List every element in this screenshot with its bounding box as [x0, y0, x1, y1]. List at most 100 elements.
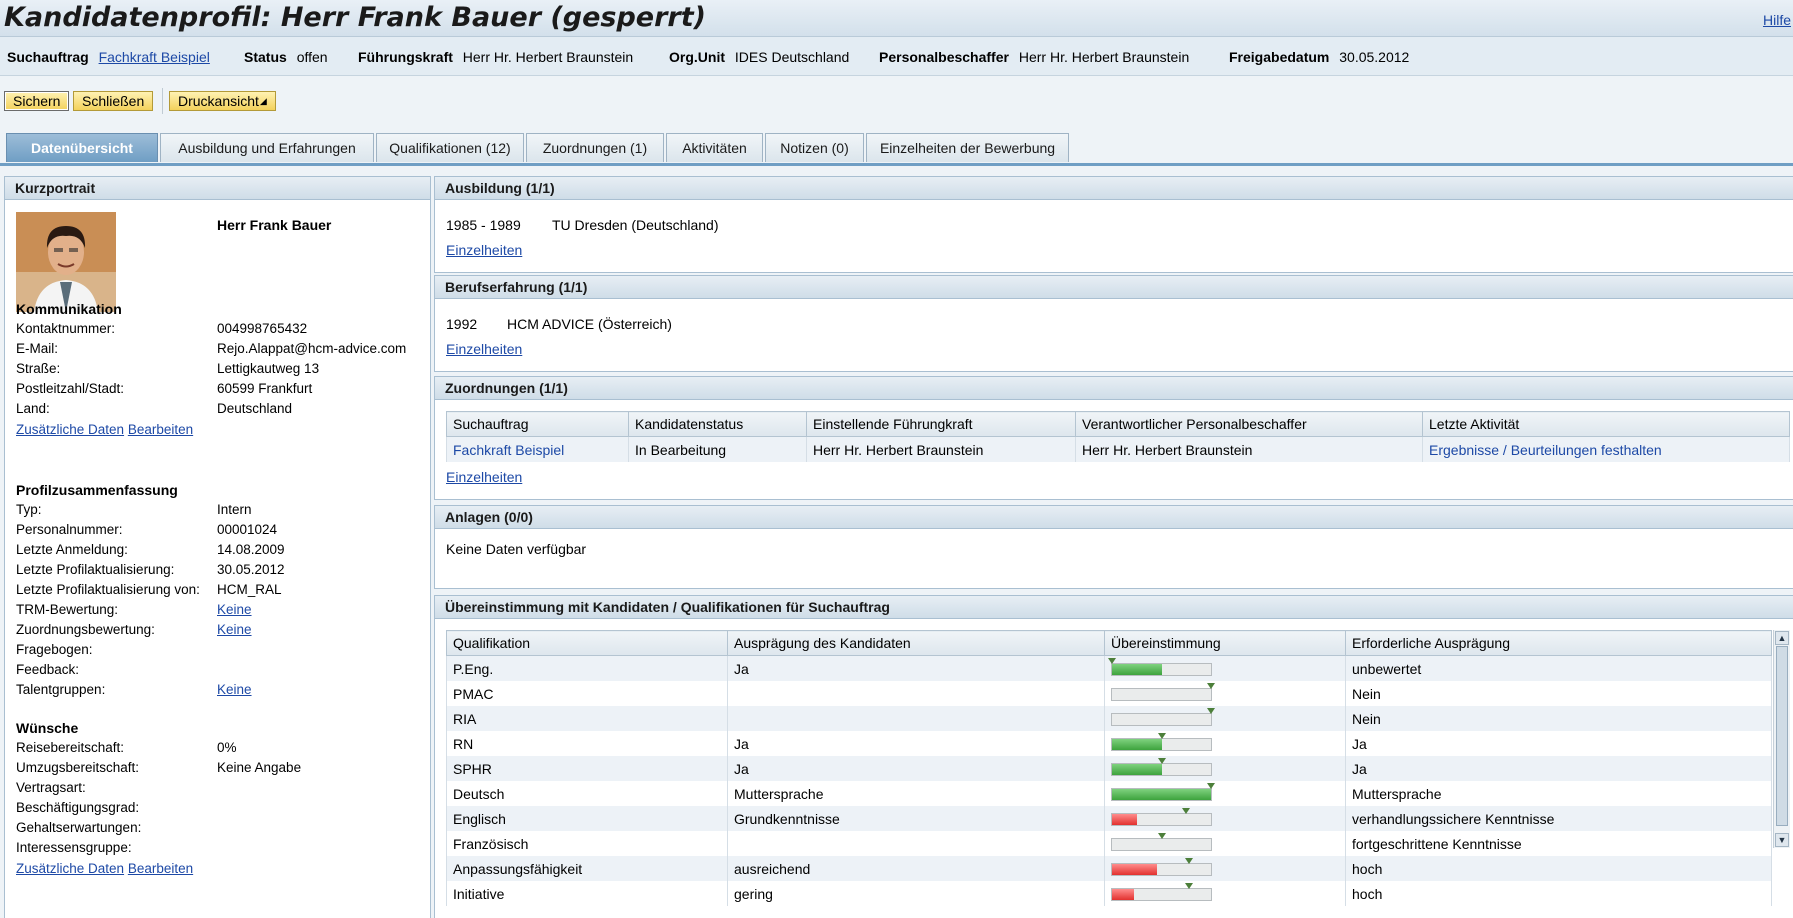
save-button[interactable]: Sichern	[4, 91, 70, 111]
last-login-label: Letzte Anmeldung:	[16, 542, 128, 557]
tab-assignments[interactable]: Zuordnungen (1)	[526, 133, 664, 162]
match-bar-fill	[1112, 789, 1211, 800]
col-hiring-manager[interactable]: Einstellende Führungkraft	[806, 411, 1076, 437]
match-bar-fill	[1112, 814, 1137, 825]
target-marker-icon	[1207, 783, 1215, 789]
contact-number-label: Kontaktnummer:	[16, 321, 116, 336]
match-bar	[1111, 733, 1212, 751]
qualification-name: Englisch	[446, 806, 728, 831]
communication-additional-data-link[interactable]: Zusätzliche Daten	[16, 422, 124, 437]
table-row: Anpassungsfähigkeit ausreichend hoch	[446, 856, 1772, 881]
target-marker-icon	[1185, 858, 1194, 864]
education-details-link[interactable]: Einzelheiten	[446, 242, 522, 258]
col-last-activity[interactable]: Letzte Aktivität	[1422, 411, 1790, 437]
street-label: Straße:	[16, 361, 61, 376]
search-order-label: Suchauftrag	[7, 49, 89, 65]
match-bar-fill	[1112, 739, 1162, 750]
contact-number-value: 004998765432	[217, 321, 308, 336]
assignments-panel: Zuordnungen (1/1) Suchauftrag Kandidaten…	[434, 376, 1793, 500]
country-value: Deutschland	[217, 401, 293, 416]
match-cell	[1104, 781, 1346, 806]
status-label: Status	[244, 49, 287, 65]
assignment-search-order-link[interactable]: Fachkraft Beispiel	[446, 436, 629, 462]
table-row: P.Eng. Ja unbewertet	[446, 655, 1772, 681]
communication-links: Zusätzliche Daten Bearbeiten	[16, 422, 193, 437]
tab-notes[interactable]: Notizen (0)	[765, 133, 864, 162]
assignment-status: In Bearbeitung	[628, 436, 807, 462]
experience-panel: Berufserfahrung (1/1) 1992 HCM ADVICE (Ö…	[434, 275, 1793, 372]
col-required-level[interactable]: Erforderliche Ausprägung	[1345, 630, 1772, 656]
match-bar	[1111, 858, 1212, 876]
search-order-link[interactable]: Fachkraft Beispiel	[99, 49, 210, 65]
last-profile-update-by-label: Letzte Profilaktualisierung von:	[16, 582, 200, 597]
wishes-heading: Wünsche	[16, 720, 79, 736]
country-label: Land:	[16, 401, 50, 416]
experience-heading: Berufserfahrung (1/1)	[435, 276, 1793, 299]
orgunit-info: Org.Unit IDES Deutschland	[669, 49, 849, 65]
qualification-name: Anpassungsfähigkeit	[446, 856, 728, 881]
wishes-additional-data-link[interactable]: Zusätzliche Daten	[16, 861, 124, 876]
match-cell	[1104, 831, 1346, 856]
talent-groups-link[interactable]: Keine	[217, 682, 252, 697]
release-date-label: Freigabedatum	[1229, 49, 1330, 65]
zip-city-value: 60599 Frankfurt	[217, 381, 313, 396]
match-cell	[1104, 881, 1346, 906]
assignments-details-link[interactable]: Einzelheiten	[446, 469, 522, 485]
tab-underline	[0, 163, 1793, 166]
qualification-name: SPHR	[446, 756, 728, 781]
attachments-panel: Anlagen (0/0) Keine Daten verfügbar	[434, 505, 1793, 589]
last-profile-update-label: Letzte Profilaktualisierung:	[16, 562, 175, 577]
required-level: Nein	[1345, 681, 1772, 706]
tab-activities[interactable]: Aktivitäten	[666, 133, 763, 162]
match-cell	[1104, 806, 1346, 831]
col-candidate-status[interactable]: Kandidatenstatus	[628, 411, 807, 437]
target-marker-icon	[1182, 808, 1191, 814]
table-row: Fachkraft Beispiel In Bearbeitung Herr H…	[446, 436, 1790, 462]
tab-data-overview[interactable]: Datenübersicht	[6, 133, 158, 162]
col-responsible-recruiter[interactable]: Verantwortlicher Personalbeschaffer	[1075, 411, 1423, 437]
manager-info: Führungskraft Herr Hr. Herbert Braunstei…	[358, 49, 633, 65]
candidate-level: Ja	[727, 655, 1105, 681]
candidate-level	[727, 831, 1105, 856]
qualification-name: Initiative	[446, 881, 728, 906]
col-candidate-level[interactable]: Ausprägung des Kandidaten	[727, 630, 1105, 656]
release-date-value: 30.05.2012	[1339, 49, 1410, 65]
col-qualification[interactable]: Qualifikation	[446, 630, 728, 656]
assignment-rating-label: Zuordnungsbewertung:	[16, 622, 155, 637]
match-bar	[1111, 808, 1212, 826]
candidate-photo	[16, 212, 116, 312]
col-search-order[interactable]: Suchauftrag	[446, 411, 629, 437]
qualification-name: Deutsch	[446, 781, 728, 806]
tab-education-experience[interactable]: Ausbildung und Erfahrungen	[160, 133, 374, 162]
scroll-up-icon[interactable]: ▲	[1775, 631, 1789, 645]
scroll-down-icon[interactable]: ▼	[1775, 833, 1789, 847]
matching-scrollbar[interactable]: ▲ ▼	[1773, 630, 1790, 848]
tab-qualifications[interactable]: Qualifikationen (12)	[376, 133, 524, 162]
scroll-thumb[interactable]	[1776, 646, 1788, 826]
candidate-level	[727, 681, 1105, 706]
wishes-links: Zusätzliche Daten Bearbeiten	[16, 861, 193, 876]
status-info: Status offen	[244, 49, 328, 65]
experience-details-link[interactable]: Einzelheiten	[446, 341, 522, 357]
communication-edit-link[interactable]: Bearbeiten	[128, 422, 193, 437]
tab-strip: Datenübersicht Ausbildung und Erfahrunge…	[0, 133, 1793, 163]
target-marker-icon	[1185, 883, 1194, 889]
close-button[interactable]: Schließen	[73, 91, 154, 111]
match-bar-fill	[1112, 764, 1162, 775]
talent-groups-label: Talentgruppen:	[16, 682, 106, 697]
wishes-edit-link[interactable]: Bearbeiten	[128, 861, 193, 876]
assignments-table: Suchauftrag Kandidatenstatus Einstellend…	[446, 411, 1790, 462]
assignments-header-row: Suchauftrag Kandidatenstatus Einstellend…	[446, 411, 1790, 437]
type-value: Intern	[217, 502, 252, 517]
tab-application-details[interactable]: Einzelheiten der Bewerbung	[866, 133, 1069, 162]
help-link[interactable]: Hilfe	[1763, 12, 1791, 28]
print-view-button[interactable]: Druckansicht◢	[169, 91, 276, 111]
trm-rating-link[interactable]: Keine	[217, 602, 252, 617]
table-row: Französisch fortgeschrittene Kenntnisse	[446, 831, 1772, 856]
table-row: Initiative gering hoch	[446, 881, 1772, 906]
assignment-last-activity-link[interactable]: Ergebnisse / Beurteilungen festhalten	[1422, 436, 1790, 462]
assignment-rating-link[interactable]: Keine	[217, 622, 252, 637]
candidate-level: Ja	[727, 731, 1105, 756]
education-period: 1985 - 1989	[446, 217, 521, 233]
col-match[interactable]: Übereinstimmung	[1104, 630, 1346, 656]
